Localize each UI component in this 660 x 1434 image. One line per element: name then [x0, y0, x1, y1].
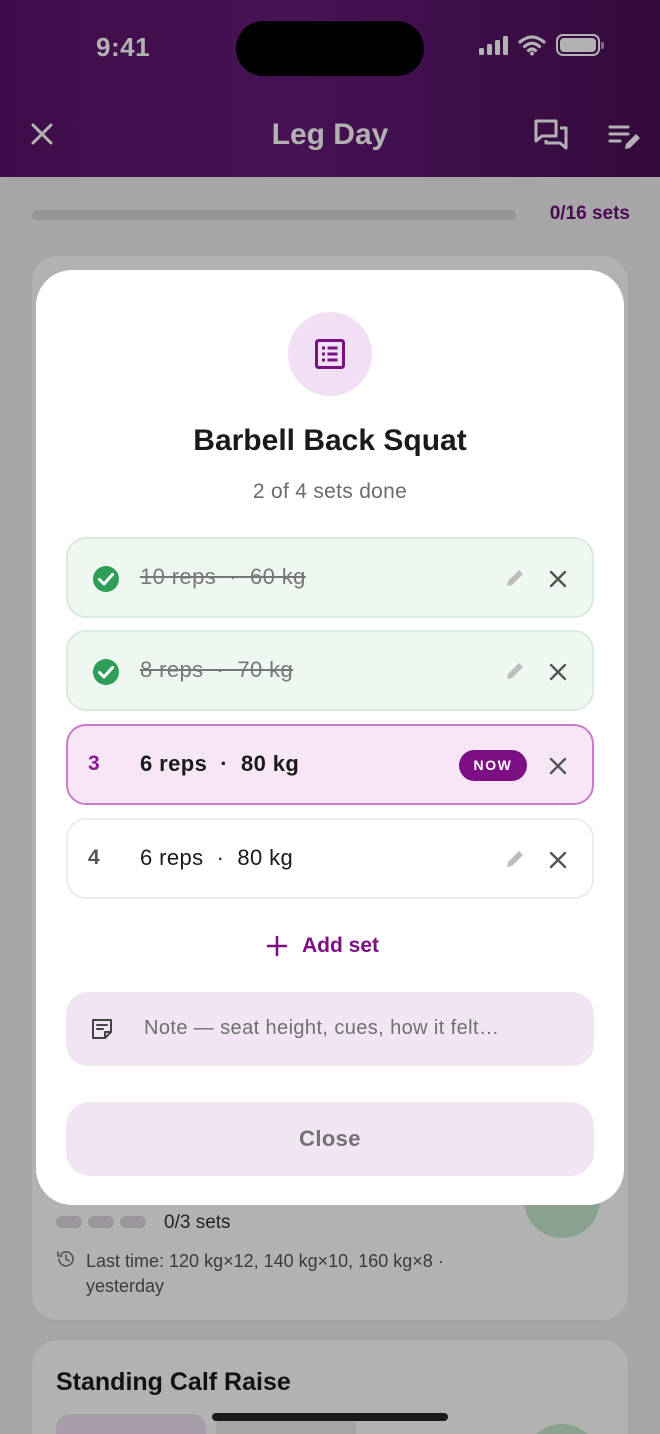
exercise-sets-modal: Barbell Back Squat 2 of 4 sets done 10 r… [36, 270, 624, 1205]
remove-set-icon[interactable] [546, 848, 570, 872]
now-badge: NOW [459, 750, 527, 781]
edit-set-icon[interactable] [504, 848, 526, 870]
plus-icon [266, 935, 288, 957]
list-icon [315, 339, 345, 369]
set-details: 6 reps · 80 kg [140, 751, 300, 776]
remove-set-icon[interactable] [546, 754, 570, 778]
exercise-title: Barbell Back Squat [193, 424, 467, 457]
edit-set-icon[interactable] [504, 567, 526, 589]
remove-set-icon[interactable] [546, 567, 570, 591]
note-placeholder: Note — seat height, cues, how it felt… [144, 1017, 500, 1039]
set-row-4[interactable]: 4 6 reps · 80 kg [66, 818, 594, 899]
sets-done-summary: 2 of 4 sets done [252, 480, 408, 503]
modal-icon-badge [288, 312, 372, 396]
set-details: 8 reps · 70 kg [140, 657, 294, 682]
home-indicator [212, 1413, 448, 1421]
set-details: 6 reps · 80 kg [140, 845, 294, 870]
set-row-1[interactable]: 10 reps · 60 kg [66, 537, 594, 618]
set-number: 4 [88, 846, 100, 869]
edit-set-icon[interactable] [504, 660, 526, 682]
set-number: 3 [88, 752, 100, 775]
remove-set-icon[interactable] [546, 660, 570, 684]
add-set-button[interactable]: Add set [266, 930, 379, 962]
check-circle-icon [93, 659, 119, 685]
set-details: 10 reps · 60 kg [140, 564, 306, 589]
close-button[interactable]: Close [66, 1102, 594, 1176]
add-set-label: Add set [302, 934, 380, 957]
check-circle-icon [93, 566, 119, 592]
note-field[interactable]: Note — seat height, cues, how it felt… [66, 992, 594, 1066]
note-icon [92, 1019, 112, 1039]
set-row-2[interactable]: 8 reps · 70 kg [66, 630, 594, 711]
set-row-3[interactable]: 3 6 reps · 80 kg NOW [66, 724, 594, 805]
